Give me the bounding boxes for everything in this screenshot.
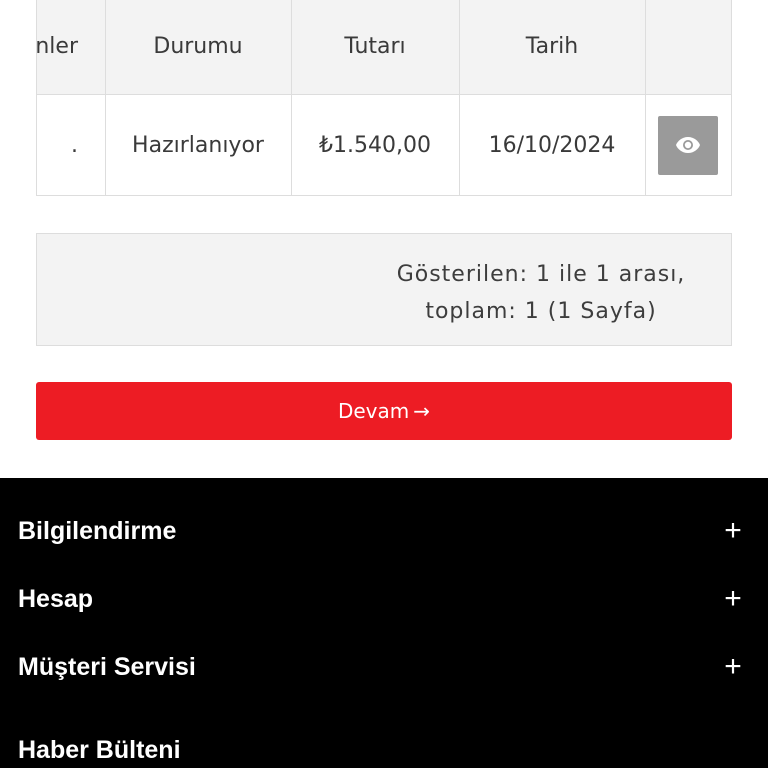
- continue-button[interactable]: Devam →: [36, 382, 732, 440]
- cell-status: Hazırlanıyor: [104, 94, 292, 195]
- footer-section-label: Hesap: [18, 584, 94, 613]
- footer: Bilgilendirme + Hesap + Müşteri Servisi …: [0, 478, 768, 768]
- header-products: nler: [37, 0, 106, 95]
- plus-icon[interactable]: +: [718, 650, 748, 684]
- header-action: [644, 0, 731, 95]
- plus-icon[interactable]: +: [718, 514, 748, 548]
- footer-section-musteri-servisi[interactable]: Müşteri Servisi +: [18, 637, 748, 697]
- table-row: . Hazırlanıyor ₺1.540,00 16/10/2024: [37, 94, 731, 195]
- pagination-line-1: Gösterilen: 1 ile 1 arası,: [396, 262, 686, 287]
- plus-icon[interactable]: +: [718, 582, 748, 616]
- cell-products: .: [37, 94, 106, 195]
- continue-button-label: Devam: [337, 399, 410, 423]
- arrow-right-icon: →: [413, 399, 431, 423]
- header-date: Tarih: [458, 0, 646, 95]
- view-order-button[interactable]: [658, 115, 719, 175]
- header-amount: Tutarı: [290, 0, 460, 95]
- pagination-line-2: toplam: 1 (1 Sayfa): [425, 299, 657, 324]
- cell-date: 16/10/2024: [458, 94, 646, 195]
- pagination-summary: Gösterilen: 1 ile 1 arası, toplam: 1 (1 …: [36, 233, 732, 346]
- footer-section-label: Bilgilendirme: [18, 516, 177, 545]
- newsletter-title: Haber Bülteni: [18, 736, 181, 764]
- header-status: Durumu: [104, 0, 292, 95]
- orders-table: nler Durumu Tutarı Tarih . Hazırlanıyor …: [37, 0, 731, 195]
- footer-section-hesap[interactable]: Hesap +: [18, 569, 748, 629]
- cell-amount: ₺1.540,00: [290, 94, 460, 195]
- footer-section-bilgilendirme[interactable]: Bilgilendirme +: [18, 501, 748, 561]
- pagination-text: Gösterilen: 1 ile 1 arası, toplam: 1 (1 …: [381, 256, 701, 330]
- table-header-row: nler Durumu Tutarı Tarih: [37, 0, 731, 95]
- orders-table-container: nler Durumu Tutarı Tarih . Hazırlanıyor …: [36, 0, 732, 196]
- eye-icon: [676, 137, 701, 153]
- footer-section-label: Müşteri Servisi: [18, 652, 196, 681]
- cell-action: [644, 94, 731, 195]
